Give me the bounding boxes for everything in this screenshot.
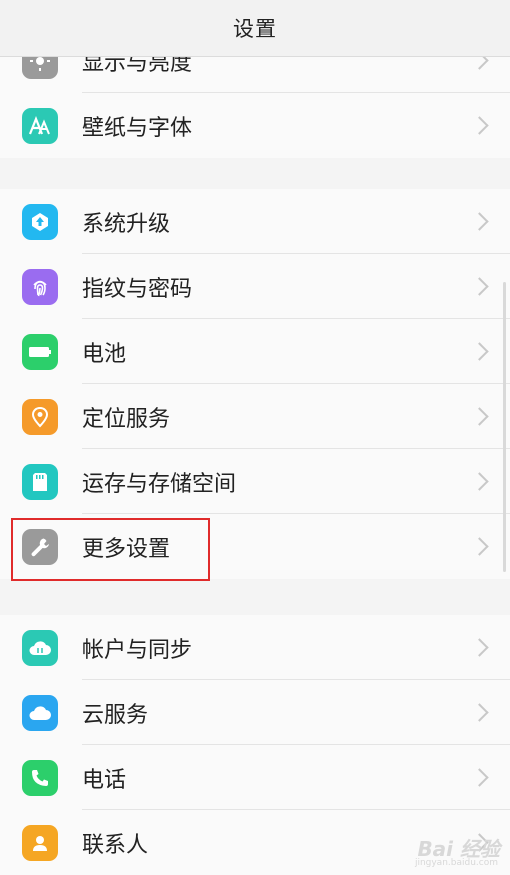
chevron-right-icon	[470, 768, 489, 787]
battery-icon	[22, 333, 58, 370]
chevron-right-icon	[470, 342, 489, 361]
settings-item-label: 运存与存储空间	[82, 471, 237, 497]
chevron-right-icon	[470, 537, 489, 556]
location-icon	[22, 398, 58, 435]
watermark-url: jingyan.baidu.com	[414, 858, 498, 868]
contact-icon	[22, 824, 58, 861]
sd-card-icon	[22, 463, 58, 500]
settings-item-label: 指纹与密码	[82, 276, 193, 302]
page-title: 设置	[233, 17, 277, 41]
cloud-sync-icon	[22, 629, 58, 666]
settings-item-label: 壁纸与字体	[82, 115, 193, 141]
settings-item-phone[interactable]: 电话	[0, 745, 510, 810]
settings-item-cloud-service[interactable]: 云服务	[0, 680, 510, 745]
chevron-right-icon	[470, 116, 489, 135]
settings-item-account-sync[interactable]: 帐户与同步	[0, 615, 510, 680]
scrollbar[interactable]	[503, 282, 506, 572]
phone-icon	[22, 759, 58, 796]
settings-item-label: 云服务	[82, 702, 149, 728]
fingerprint-icon	[22, 268, 58, 305]
settings-item-storage[interactable]: 运存与存储空间	[0, 449, 510, 514]
settings-item-label: 联系人	[82, 832, 149, 858]
settings-item-battery[interactable]: 电池	[0, 319, 510, 384]
chevron-right-icon	[470, 472, 489, 491]
highlight-box	[11, 518, 210, 581]
settings-item-location[interactable]: 定位服务	[0, 384, 510, 449]
settings-item-system-upgrade[interactable]: 系统升级	[0, 189, 510, 254]
settings-item-label: 电话	[82, 767, 127, 793]
chevron-right-icon	[470, 407, 489, 426]
font-icon	[22, 107, 58, 144]
chevron-right-icon	[470, 638, 489, 657]
settings-item-fingerprint-password[interactable]: 指纹与密码	[0, 254, 510, 319]
chevron-right-icon	[470, 212, 489, 231]
settings-item-label: 定位服务	[82, 406, 171, 432]
settings-item-label: 帐户与同步	[82, 637, 193, 663]
cloud-icon	[22, 694, 58, 731]
settings-list: 显示与亮度 壁纸与字体 系统升级 指纹与密码 电池 定位服务 运存与存储空间 更…	[0, 0, 510, 875]
settings-item-label: 电池	[82, 341, 127, 367]
settings-item-wallpaper-font[interactable]: 壁纸与字体	[0, 93, 510, 158]
chevron-right-icon	[470, 703, 489, 722]
title-bar: 设置	[0, 0, 510, 57]
settings-item-label: 系统升级	[82, 211, 171, 237]
upgrade-icon	[22, 203, 58, 240]
chevron-right-icon	[470, 277, 489, 296]
